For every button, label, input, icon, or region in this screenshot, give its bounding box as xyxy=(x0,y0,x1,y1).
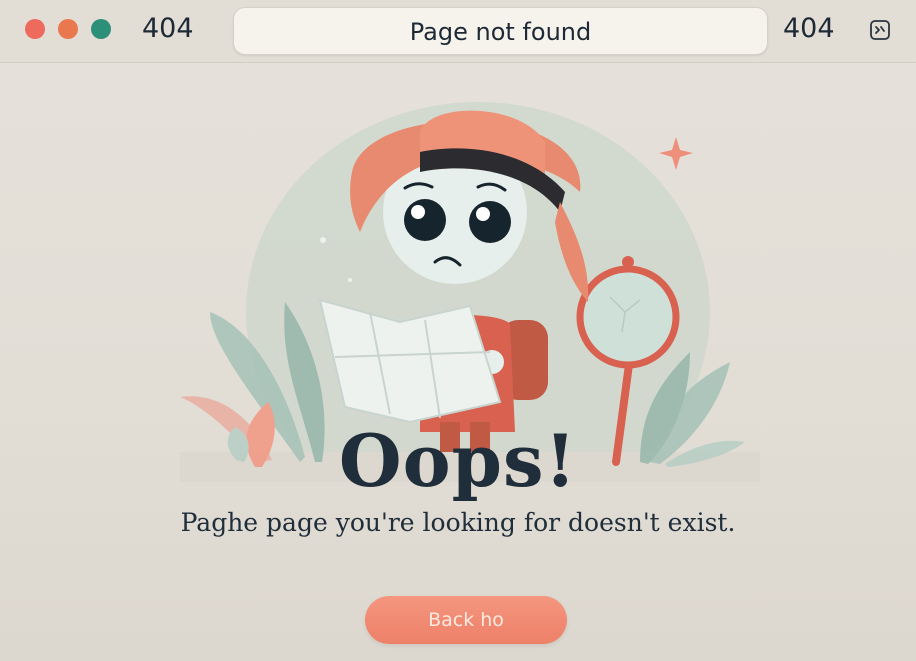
sparkle-icon xyxy=(659,137,693,170)
sparkle-dot xyxy=(320,237,326,243)
back-button[interactable]: Back ho xyxy=(365,596,567,644)
close-window-button[interactable] xyxy=(25,19,45,39)
headline: Oops! xyxy=(338,418,578,503)
error-message: Paghe page you're looking for doesn't ex… xyxy=(180,508,736,537)
maximize-window-button[interactable] xyxy=(91,19,111,39)
browser-window: 404 Page not found 404 Oops! Paghe page … xyxy=(0,0,916,661)
address-bar[interactable]: Page not found xyxy=(233,7,768,55)
page-icon[interactable] xyxy=(868,18,892,42)
status-code-label: 404 xyxy=(783,13,835,44)
title-bar: 404 Page not found 404 xyxy=(0,0,916,63)
minimize-window-button[interactable] xyxy=(58,19,78,39)
address-text: Page not found xyxy=(409,18,592,46)
tab-code-label: 404 xyxy=(142,13,194,44)
sparkle-dot xyxy=(348,278,352,282)
